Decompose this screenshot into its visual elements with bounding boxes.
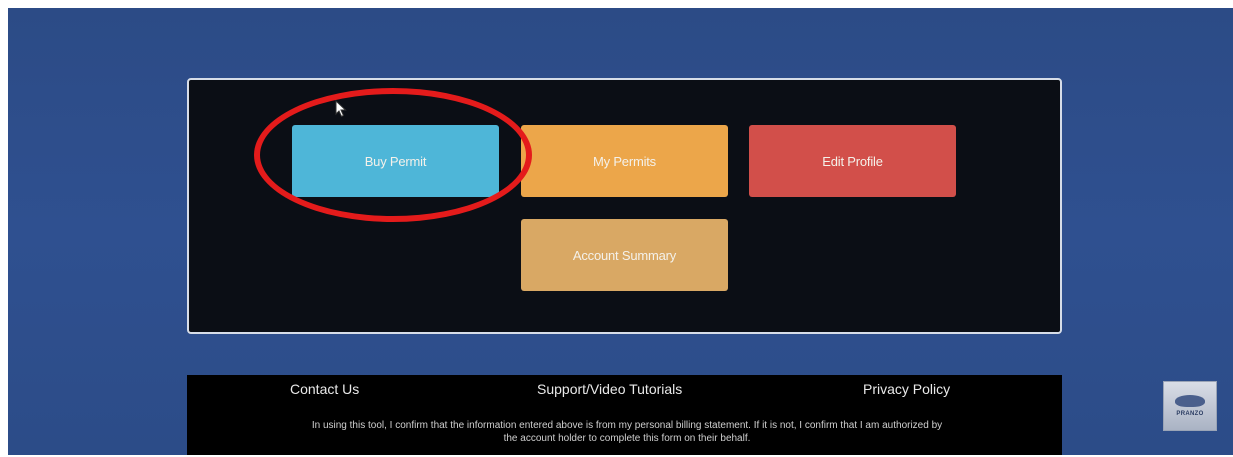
- support-video-tutorials-link[interactable]: Support/Video Tutorials: [537, 381, 682, 397]
- channel-logo-icon: PRANZO: [1163, 381, 1217, 431]
- edit-profile-button[interactable]: Edit Profile: [749, 125, 956, 197]
- logo-mark: [1175, 395, 1205, 407]
- account-summary-button[interactable]: Account Summary: [521, 219, 728, 291]
- page-footer: Contact Us Support/Video Tutorials Priva…: [187, 375, 1062, 455]
- logo-text: PRANZO: [1176, 411, 1204, 417]
- contact-us-link[interactable]: Contact Us: [290, 381, 359, 397]
- permit-dashboard-panel: Buy Permit My Permits Edit Profile Accou…: [187, 78, 1062, 334]
- mouse-pointer-icon: [335, 100, 347, 118]
- privacy-policy-link[interactable]: Privacy Policy: [863, 381, 950, 397]
- authorization-disclaimer: In using this tool, I confirm that the i…: [311, 420, 943, 444]
- video-frame: Buy Permit My Permits Edit Profile Accou…: [8, 8, 1233, 455]
- buy-permit-button[interactable]: Buy Permit: [292, 125, 499, 197]
- my-permits-button[interactable]: My Permits: [521, 125, 728, 197]
